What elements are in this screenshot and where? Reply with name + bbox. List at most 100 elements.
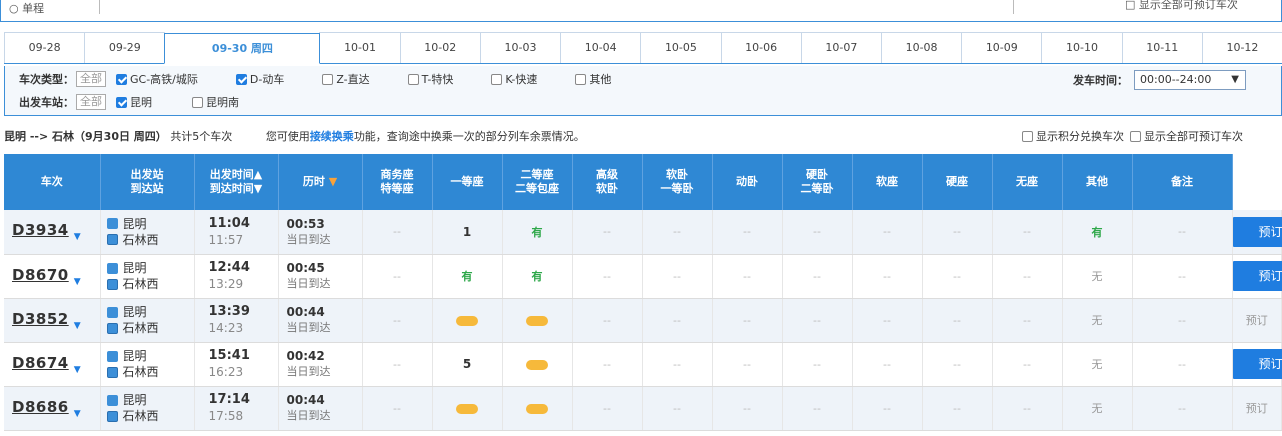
date-tab-2[interactable]: 09-30 周四 [164,33,321,64]
train-number-link[interactable]: D3934 [12,221,69,239]
train-type-checkbox[interactable] [491,73,503,85]
seat-na: -- [1023,401,1031,415]
date-tab-6[interactable]: 10-04 [560,32,642,63]
show-all-checkbox[interactable] [1130,130,1141,142]
departure-time-select[interactable]: 00:00--24:00 ▼ [1134,70,1246,90]
date-tab-14[interactable]: 10-12 [1201,32,1282,63]
seat-cell: -- [642,210,713,255]
transfer-link[interactable]: 接续换乘 [310,130,354,143]
book-button[interactable]: 预订 [1232,349,1282,379]
trip-type-single[interactable]: ○ 单程 [9,0,44,16]
seat-na: -- [673,357,681,371]
col-hard-sleep-top: 硬卧 [806,168,828,181]
train-type-checkbox[interactable] [407,73,419,85]
train-type-checkbox[interactable] [575,73,587,85]
time-cell: 12:44 13:29 [194,254,279,299]
station-checkbox[interactable] [192,96,203,108]
chevron-down-icon[interactable]: ▼ [74,409,81,419]
to-station: 石林西 [106,408,194,424]
divider [99,0,100,14]
arrival-note: 当日到达 [286,232,331,246]
seat-cell: -- [362,254,433,299]
seat-cell: -- [852,342,923,387]
book-button[interactable]: 预订 [1232,261,1282,291]
station-checkbox[interactable] [116,96,127,108]
col-first: 一等座 [432,154,503,210]
chevron-down-icon[interactable]: ▼ [74,365,81,375]
chevron-down-icon[interactable]: ▼ [74,232,81,242]
arrival-time: 14:23 [208,321,244,335]
table-row: D3852 ▼ 昆明 石林西 13:39 14:23 00:44 当日到达 -- -- -- -- --… [4,298,1282,343]
train-type-option[interactable]: D-动车 [235,71,284,87]
date-tab-0[interactable]: 09-28 [4,32,86,63]
train-type-checkbox[interactable] [322,73,334,85]
station-label: 出发车站： [19,96,74,109]
seat-na: -- [393,225,401,239]
date-tab-10[interactable]: 10-08 [880,32,963,63]
seat-na: -- [813,313,821,327]
train-type-option[interactable]: T-特快 [407,71,453,87]
date-tab-5[interactable]: 10-03 [479,32,562,63]
date-tab-11[interactable]: 10-09 [961,32,1043,63]
seat-na: -- [883,401,891,415]
train-type-checkbox[interactable] [116,73,127,85]
train-type-filter: 车次类型： 全部 GC-高铁/城际 D-动车 Z-直达 T-特快 K-快速 其他 [19,70,649,88]
seat-na: -- [953,313,961,327]
seat-na: -- [813,357,821,371]
book-button-label: 预订 [1258,269,1282,283]
date-tab-1[interactable]: 09-29 [84,32,166,63]
date-tab-3[interactable]: 10-01 [319,32,401,63]
start-station-icon [106,350,118,362]
show-all-toggle[interactable]: □ 显示全部可预订车次 [1125,0,1238,12]
train-type-all-button[interactable]: 全部 [76,71,106,87]
col-second-bot: 二等包座 [515,182,559,195]
to-station: 石林西 [106,276,194,292]
train-type-checkbox[interactable] [235,73,247,85]
station-cell: 昆明 石林西 [100,210,195,255]
waitlist-icon[interactable] [456,403,478,414]
divider [1013,0,1014,14]
train-number-link[interactable]: D8674 [12,354,69,372]
train-number-link[interactable]: D3852 [12,310,69,328]
date-tab-9[interactable]: 10-07 [800,32,882,63]
from-station: 昆明 [106,216,194,232]
date-tab-13[interactable]: 10-11 [1121,32,1203,63]
chevron-down-icon[interactable]: ▼ [74,277,81,287]
station-option[interactable]: 昆明 [116,94,152,110]
points-exchange-checkbox[interactable] [1022,130,1033,142]
waitlist-icon[interactable] [526,403,548,414]
date-tab-4[interactable]: 10-02 [399,32,481,63]
waitlist-icon[interactable] [526,315,548,326]
col-time-sort[interactable]: 出发时间▲ 到达时间▼ [194,154,279,210]
date-tab-12[interactable]: 10-10 [1041,32,1123,63]
chevron-down-icon[interactable]: ▼ [74,321,81,331]
from-station-name: 昆明 [122,305,147,319]
station-all-button[interactable]: 全部 [76,94,106,110]
seat-cell: -- [922,386,993,431]
from-station-name: 昆明 [122,261,147,275]
departure-time-filter: 发车时间： 00:00--24:00 ▼ [1073,70,1246,90]
seat-na: -- [673,313,681,327]
seat-cell [502,298,573,343]
col-moving-sleep: 动卧 [712,154,783,210]
table-row: D3934 ▼ 昆明 石林西 11:04 11:57 00:53 当日到达 -- 1 有 -- -- --… [4,210,1282,255]
col-soft-sleep: 软卧 一等卧 [642,154,713,210]
col-time-top: 出发时间 [209,168,254,181]
train-number-link[interactable]: D8686 [12,398,69,416]
col-second-top: 二等座 [520,168,554,181]
train-type-option[interactable]: GC-高铁/城际 [116,71,198,87]
col-duration-sort[interactable]: 历时 ▼ [278,154,363,210]
train-type-option[interactable]: K-快速 [491,71,537,87]
seat-cell: -- [782,298,853,343]
book-button[interactable]: 预订 [1232,216,1282,247]
from-station-name: 昆明 [122,349,147,363]
train-type-option[interactable]: 其他 [575,71,611,87]
train-type-option[interactable]: Z-直达 [322,71,370,87]
date-tab-7[interactable]: 10-05 [640,32,722,63]
col-hs-sleep: 高级 软卧 [572,154,643,210]
date-tab-8[interactable]: 10-06 [720,32,802,63]
waitlist-icon[interactable] [526,359,548,370]
station-option[interactable]: 昆明南 [192,94,239,110]
waitlist-icon[interactable] [456,315,478,326]
train-number-link[interactable]: D8670 [12,266,69,284]
